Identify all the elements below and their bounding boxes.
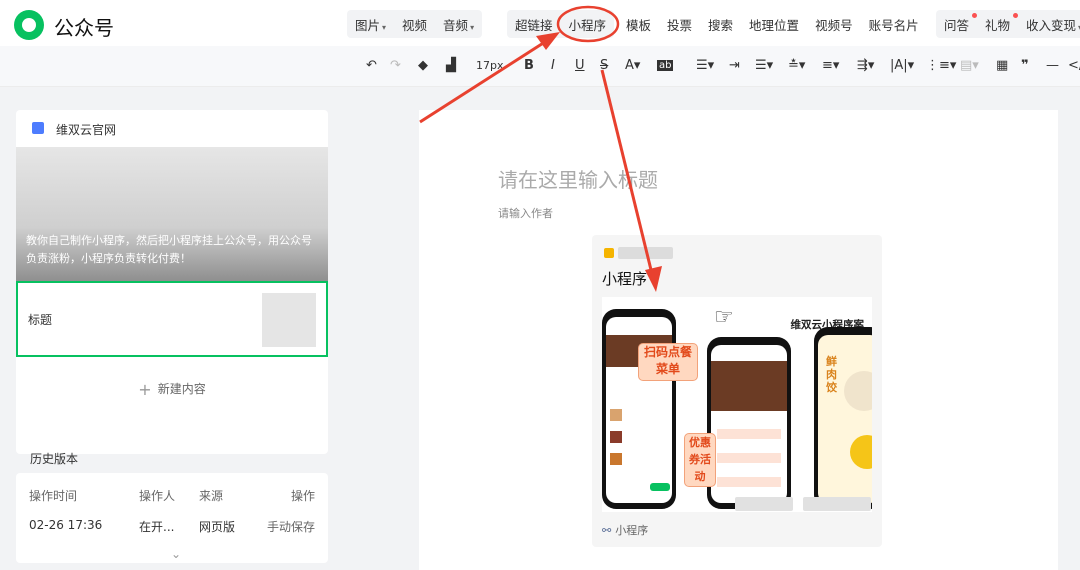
article-item-title: 标题 — [28, 313, 53, 327]
top-bar: 公众号 图片 视频 音频 超链接 小程序 模板 投票 搜索 地理位置 视频号 账… — [0, 0, 1080, 46]
scan-order-badge: 扫码点餐菜单 — [638, 343, 698, 381]
menu-vote[interactable]: 投票 — [659, 15, 700, 34]
italic-icon[interactable]: I — [551, 58, 555, 73]
phone-mockup — [707, 337, 791, 509]
indent-icon[interactable]: ⇥ — [729, 58, 740, 73]
font-size-select[interactable]: 17px — [476, 59, 504, 72]
article-item-selected[interactable]: 标题 — [16, 281, 328, 357]
quote-icon[interactable]: ❞ — [1021, 58, 1029, 73]
chevron-down-icon[interactable]: ⌄ — [171, 547, 181, 561]
insert-menu-more: 模板 投票 搜索 地理位置 视频号 账号名片 — [618, 10, 927, 38]
menu-image[interactable]: 图片 — [347, 15, 394, 34]
extra-menu-group: 问答 礼物 收入变现 — [936, 10, 1080, 38]
history-cell-source: 网页版 — [199, 520, 236, 534]
history-cell-user: 在开... — [139, 520, 175, 534]
strikethrough-icon[interactable]: S — [600, 58, 608, 73]
cover-text: 教你自己制作小程序，然后把小程序挂上公众号，用公众号负责涨粉，小程序负责转化付费… — [26, 234, 312, 265]
menu-template[interactable]: 模板 — [618, 15, 659, 34]
hand-pointer-icon: ☞ — [714, 305, 734, 330]
menu-mini-program[interactable]: 小程序 — [561, 15, 615, 34]
blurred-label — [803, 497, 871, 511]
mini-program-label: 小程序 — [602, 270, 648, 288]
history-header-action: 操作 — [291, 489, 316, 503]
menu-account-card[interactable]: 账号名片 — [861, 15, 927, 34]
code-icon[interactable]: </ — [1068, 58, 1080, 73]
new-content-button[interactable]: + 新建内容 — [16, 380, 328, 399]
ordered-list-icon[interactable]: ▤▾ — [960, 58, 979, 73]
divider-icon[interactable]: — — [1046, 58, 1059, 73]
author-input[interactable]: 请输入作者 — [498, 205, 553, 221]
coupon-badge: 优惠券活动 — [684, 433, 716, 487]
editor-area: 请在这里输入标题 请输入作者 小程序 ☞ 维双云小程序案 鲜肉饺 扫码点餐菜单 … — [419, 110, 1058, 570]
format-toolbar: ↶ ↷ ◆ ▟ 17px B I U S A▾ ab ☰▾ ⇥ ☰▾ ≛▾ ≡▾… — [0, 46, 1080, 87]
history-header-time: 操作时间 — [29, 489, 78, 503]
mini-program-footer: ⚯ 小程序 — [602, 524, 649, 537]
background-color-icon[interactable]: ab — [657, 60, 674, 71]
article-cover[interactable]: 教你自己制作小程序，然后把小程序挂上公众号，用公众号负责涨粉，小程序负责转化付费… — [16, 147, 328, 281]
bold-icon[interactable]: B — [524, 58, 534, 73]
article-thumbnail — [262, 293, 316, 347]
paragraph-spacing-icon[interactable]: ≡▾ — [822, 58, 839, 73]
history-table: 操作时间 操作人 来源 操作 02-26 17:36 在开... 网页版 手动保… — [16, 473, 328, 563]
letter-spacing-icon[interactable]: ≛▾ — [788, 58, 805, 73]
table-icon[interactable]: ▦ — [996, 58, 1008, 73]
clear-format-icon[interactable]: ▟ — [446, 58, 456, 73]
history-header-user: 操作人 — [139, 489, 176, 503]
phone-mockup: 鲜肉饺 — [814, 327, 872, 509]
wechat-logo-icon — [14, 10, 44, 40]
font-color-icon[interactable]: A▾ — [625, 58, 640, 73]
menu-video[interactable]: 视频 — [394, 15, 435, 34]
margin-icon[interactable]: ⇶▾ — [857, 58, 874, 73]
menu-channels[interactable]: 视频号 — [807, 15, 861, 34]
history-title: 历史版本 — [30, 452, 79, 466]
mini-program-card[interactable]: 小程序 ☞ 维双云小程序案 鲜肉饺 扫码点餐菜单 优惠券活动 ⚯ 小程序 — [592, 235, 882, 547]
mini-program-link-icon: ⚯ — [602, 524, 612, 537]
redo-icon[interactable]: ↷ — [390, 58, 401, 73]
insert-menu-group: 超链接 小程序 — [507, 10, 615, 38]
plus-icon: + — [138, 380, 152, 399]
text-direction-icon[interactable]: |A|▾ — [890, 58, 914, 73]
menu-search[interactable]: 搜索 — [700, 15, 741, 34]
menu-location[interactable]: 地理位置 — [741, 15, 807, 34]
menu-hyperlink[interactable]: 超链接 — [507, 15, 561, 34]
phone-mockup — [602, 309, 676, 509]
history-cell-time: 02-26 17:36 — [29, 518, 103, 532]
align-icon[interactable]: ☰▾ — [696, 58, 714, 73]
media-menu-group: 图片 视频 音频 — [347, 10, 483, 38]
underline-icon[interactable]: U — [575, 58, 585, 73]
menu-audio[interactable]: 音频 — [435, 15, 482, 34]
account-name: 维双云官网 — [56, 123, 117, 137]
account-avatar-icon — [32, 122, 44, 134]
app-brand: 公众号 — [54, 16, 114, 40]
article-list-panel: 维双云官网 教你自己制作小程序，然后把小程序挂上公众号，用公众号负责涨粉，小程序… — [16, 110, 328, 454]
history-header-source: 来源 — [199, 489, 224, 503]
right-gutter — [1066, 110, 1080, 570]
line-height-icon[interactable]: ☰▾ — [755, 58, 773, 73]
mini-program-app-icon — [604, 248, 614, 258]
mini-program-cover-image: ☞ 维双云小程序案 鲜肉饺 扫码点餐菜单 优惠券活动 — [602, 297, 872, 512]
menu-gift[interactable]: 礼物 — [977, 12, 1019, 34]
blurred-label — [735, 497, 793, 511]
menu-qa[interactable]: 问答 — [936, 12, 978, 34]
mini-program-name-blurred — [618, 247, 673, 259]
list-icon[interactable]: ⋮≡▾ — [926, 58, 956, 73]
undo-icon[interactable]: ↶ — [366, 58, 377, 73]
menu-monetize[interactable]: 收入变现 — [1018, 15, 1080, 34]
format-painter-icon[interactable]: ◆ — [418, 58, 428, 73]
history-cell-action: 手动保存 — [267, 520, 316, 534]
title-input[interactable]: 请在这里输入标题 — [498, 164, 658, 193]
